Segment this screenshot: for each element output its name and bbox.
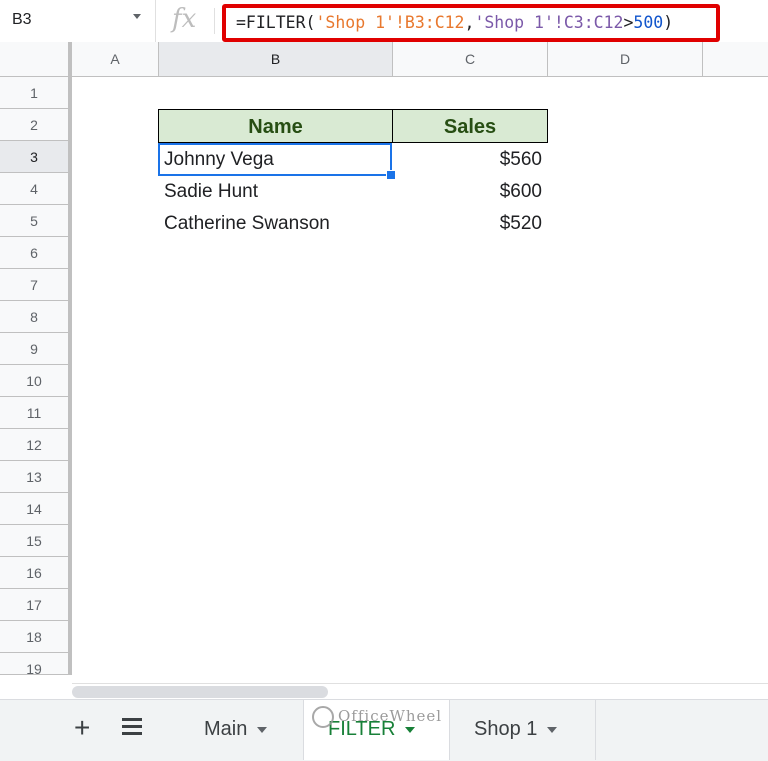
watermark-logo-icon bbox=[312, 706, 334, 728]
active-cell-border bbox=[158, 143, 392, 176]
add-sheet-button[interactable]: + bbox=[74, 712, 90, 744]
tab-main[interactable]: Main bbox=[180, 700, 304, 760]
tab-shop-1[interactable]: Shop 1 bbox=[450, 700, 596, 760]
horizontal-scrollbar[interactable] bbox=[72, 683, 768, 700]
name-box[interactable]: B3 bbox=[0, 0, 156, 42]
row-header-7[interactable]: 7 bbox=[0, 269, 72, 301]
chevron-down-icon[interactable] bbox=[547, 726, 558, 733]
row-header-19[interactable]: 19 bbox=[0, 653, 72, 677]
row-header-17[interactable]: 17 bbox=[0, 589, 72, 621]
row-header-4[interactable]: 4 bbox=[0, 173, 72, 205]
chevron-down-icon[interactable] bbox=[133, 14, 141, 19]
fill-handle[interactable] bbox=[386, 170, 396, 180]
tab-label: Shop 1 bbox=[474, 718, 538, 740]
formula-number: 500 bbox=[633, 13, 664, 32]
row-header-8[interactable]: 8 bbox=[0, 301, 72, 333]
cell-sales-3[interactable]: $520 bbox=[392, 207, 548, 241]
row-header-2[interactable]: 2 bbox=[0, 109, 72, 141]
all-sheets-menu-icon[interactable] bbox=[122, 718, 142, 739]
row-header-12[interactable]: 12 bbox=[0, 429, 72, 461]
row-header-9[interactable]: 9 bbox=[0, 333, 72, 365]
watermark-text: OfficeWheel bbox=[338, 707, 443, 725]
formula-suffix: ) bbox=[663, 13, 674, 32]
chevron-down-icon[interactable] bbox=[257, 726, 268, 733]
row-header-15[interactable]: 15 bbox=[0, 525, 72, 557]
formula-range-1: 'Shop 1'!B3:C12 bbox=[315, 13, 465, 32]
cell-reference: B3 bbox=[12, 11, 32, 28]
row-header-1[interactable]: 1 bbox=[0, 77, 72, 109]
select-all-corner[interactable] bbox=[0, 42, 72, 76]
cell-sales-1[interactable]: $560 bbox=[392, 143, 548, 177]
row-header-10[interactable]: 10 bbox=[0, 365, 72, 397]
cell-name-2[interactable]: Sadie Hunt bbox=[158, 175, 392, 209]
cell-name-3[interactable]: Catherine Swanson bbox=[158, 207, 392, 241]
row-header-6[interactable]: 6 bbox=[0, 237, 72, 269]
cell-sales-2[interactable]: $600 bbox=[392, 175, 548, 209]
row-header-16[interactable]: 16 bbox=[0, 557, 72, 589]
header-sales[interactable]: Sales bbox=[392, 109, 548, 143]
row-header-14[interactable]: 14 bbox=[0, 493, 72, 525]
row-header-18[interactable]: 18 bbox=[0, 621, 72, 653]
watermark: OfficeWheel bbox=[312, 706, 442, 728]
scrollbar-thumb[interactable] bbox=[72, 686, 328, 698]
column-header-d[interactable]: D bbox=[548, 42, 703, 76]
formula-comma: , bbox=[464, 13, 475, 32]
column-header-b[interactable]: B bbox=[159, 42, 393, 76]
sheet-grid[interactable]: Name Sales Johnny Vega $560 Sadie Hunt $… bbox=[72, 77, 768, 683]
header-name[interactable]: Name bbox=[158, 109, 393, 143]
function-icon: fx bbox=[172, 4, 197, 34]
divider bbox=[214, 8, 215, 34]
tab-label: Main bbox=[204, 718, 248, 740]
column-header-a[interactable]: A bbox=[72, 42, 159, 76]
formula-range-2: 'Shop 1'!C3:C12 bbox=[474, 13, 624, 32]
column-header-c[interactable]: C bbox=[393, 42, 548, 76]
row-header-3[interactable]: 3 bbox=[0, 141, 72, 173]
row-header-5[interactable]: 5 bbox=[0, 205, 72, 237]
formula-operator: > bbox=[623, 13, 634, 32]
formula-prefix: =FILTER( bbox=[236, 13, 316, 32]
formula-input[interactable]: =FILTER('Shop 1'!B3:C12,'Shop 1'!C3:C12>… bbox=[222, 4, 720, 42]
row-header-11[interactable]: 11 bbox=[0, 397, 72, 429]
formula-bar: B3 fx =FILTER('Shop 1'!B3:C12,'Shop 1'!C… bbox=[0, 0, 768, 43]
column-headers: A B C D bbox=[0, 42, 768, 77]
row-header-13[interactable]: 13 bbox=[0, 461, 72, 493]
column-header-e[interactable] bbox=[703, 42, 768, 76]
